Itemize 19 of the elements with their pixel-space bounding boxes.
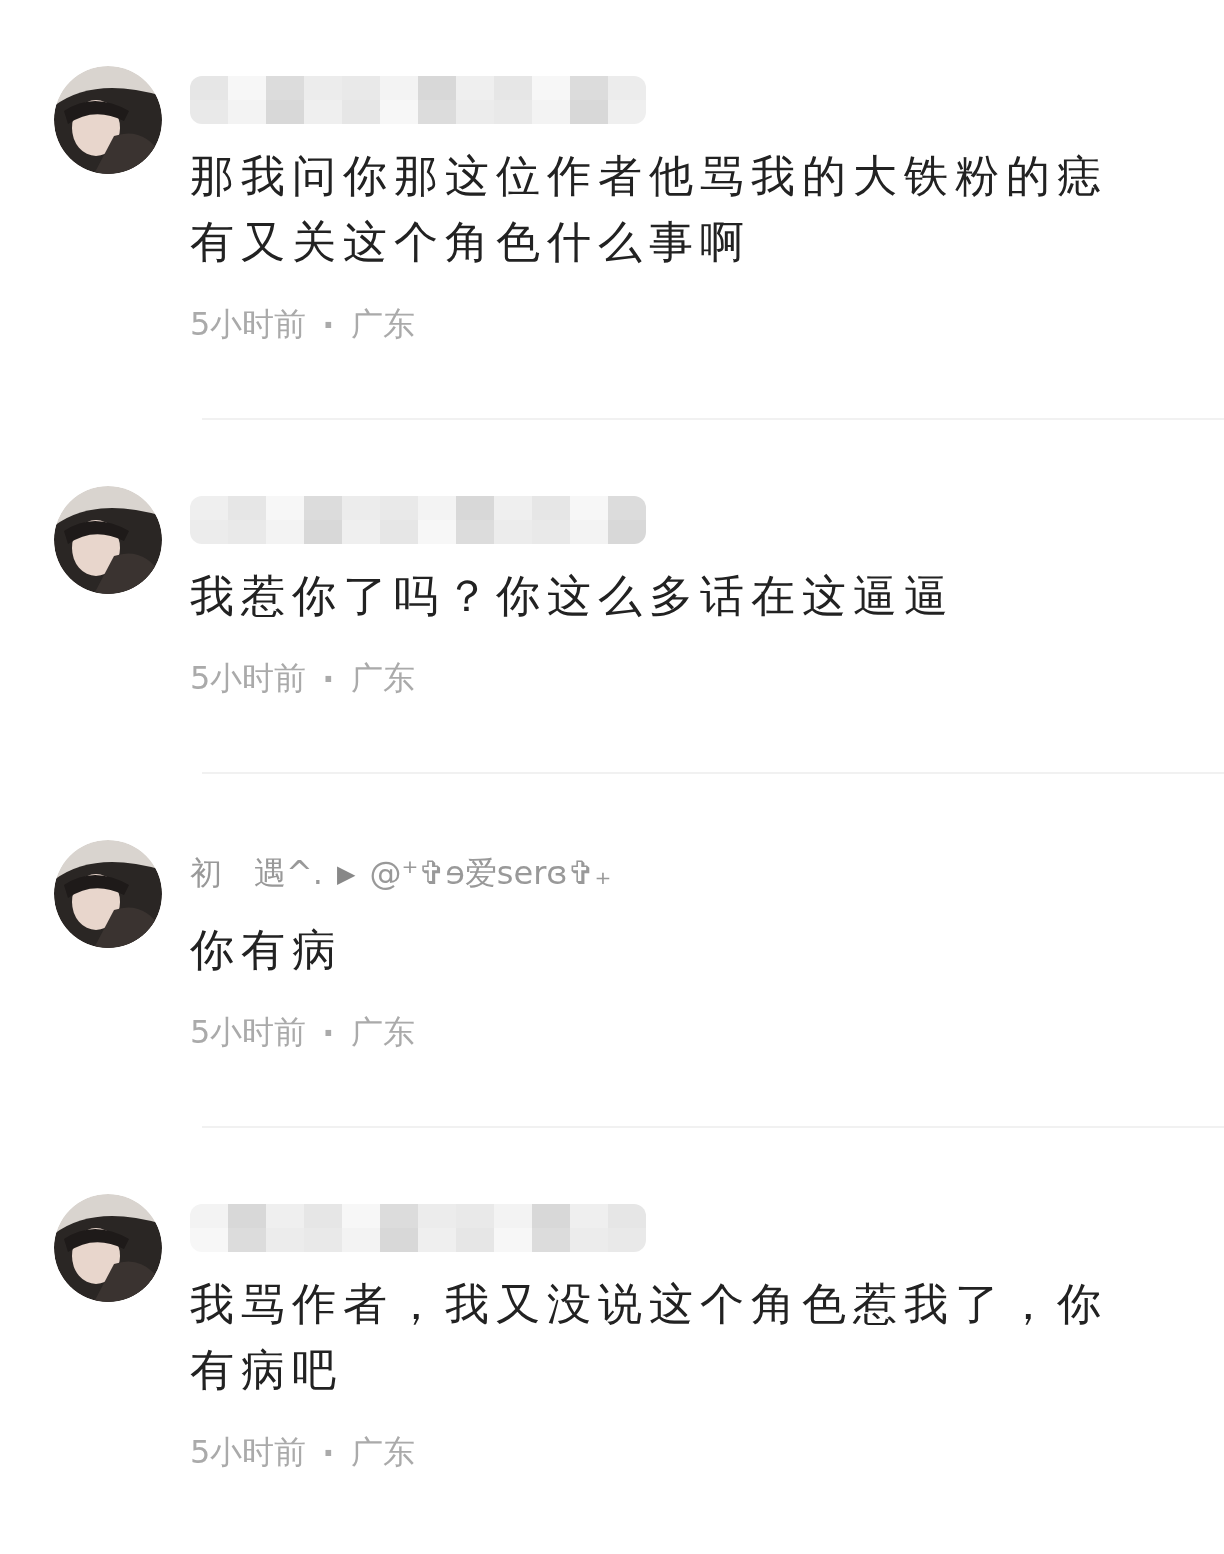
comment-text: 那我问你那这位作者他骂我的大铁粉的痣有又关这个角色什么事啊	[190, 149, 1109, 269]
comment-time: 5小时前	[190, 658, 307, 699]
comment-location: 广东	[350, 658, 415, 699]
comment-text: 我惹你了吗？你这么多话在这逼逼	[190, 569, 956, 623]
comment-text: 我骂作者，我又没说这个角色惹我了，你有病吧	[190, 1277, 1109, 1397]
comment-location: 广东	[350, 1012, 415, 1053]
reply-arrow-icon: ▶	[337, 860, 356, 888]
comment-location: 广东	[350, 304, 415, 345]
separator-dot: ·	[322, 306, 335, 344]
comment-location: 广东	[350, 1432, 415, 1473]
separator-dot: ·	[322, 1434, 335, 1472]
separator-dot: ·	[322, 660, 335, 698]
comment-text: 你有病	[190, 923, 344, 977]
username: 初 遇^.	[190, 853, 323, 894]
comment-time: 5小时前	[190, 1012, 307, 1053]
comment-time: 5小时前	[190, 1432, 307, 1473]
separator-dot: ·	[322, 1014, 335, 1052]
comment-time: 5小时前	[190, 304, 307, 345]
reply-target-name: @⁺✞ɘ爱serɞ✞₊	[369, 853, 612, 894]
